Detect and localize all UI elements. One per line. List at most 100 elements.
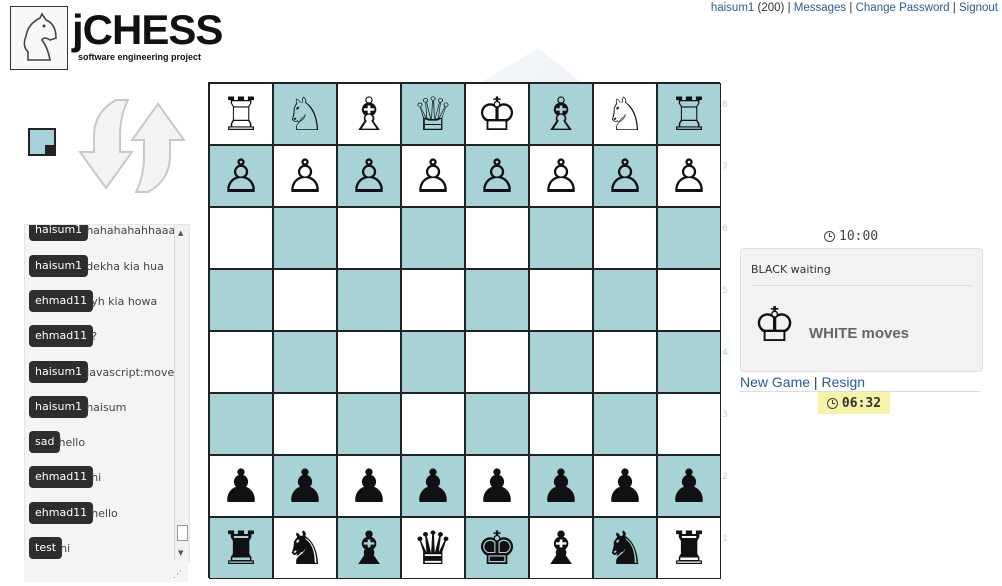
chat-input-area[interactable]: ⋰ — [24, 560, 188, 582]
board-square[interactable]: ♗ — [529, 83, 593, 145]
new-game-link[interactable]: New Game — [740, 374, 810, 390]
chat-message: ehmad11 yh kia howa — [29, 290, 157, 312]
board-square[interactable] — [657, 207, 721, 269]
board-square[interactable]: ♟ — [273, 455, 337, 517]
board-square[interactable] — [337, 207, 401, 269]
board-square[interactable] — [273, 207, 337, 269]
board-square[interactable]: ♟ — [209, 455, 273, 517]
board-square[interactable] — [465, 207, 529, 269]
board-square[interactable]: ♗ — [337, 83, 401, 145]
board-square[interactable] — [209, 207, 273, 269]
board-square[interactable]: ♞ — [593, 517, 657, 579]
board-square[interactable]: ♚ — [465, 517, 529, 579]
messages-link[interactable]: Messages — [794, 2, 846, 14]
chat-username-badge[interactable]: haisum1 — [29, 396, 89, 418]
board-square[interactable] — [593, 207, 657, 269]
board-square[interactable]: ♕ — [401, 83, 465, 145]
board-square[interactable]: ♟ — [529, 455, 593, 517]
chat-message-text: yh kia howa — [91, 294, 158, 308]
board-color-button[interactable] — [28, 128, 56, 156]
resize-grip-icon[interactable]: ⋰ — [173, 570, 182, 580]
board-square[interactable]: ♙ — [337, 145, 401, 207]
board-square[interactable]: ♘ — [273, 83, 337, 145]
board-square[interactable] — [337, 331, 401, 393]
black-clock-time: 10:00 — [839, 229, 879, 244]
board-square[interactable] — [529, 269, 593, 331]
signout-link[interactable]: Signout — [959, 2, 998, 14]
board-square[interactable] — [593, 331, 657, 393]
board-square[interactable] — [337, 269, 401, 331]
board-square[interactable]: ♞ — [273, 517, 337, 579]
board-square[interactable]: ♙ — [209, 145, 273, 207]
chat-message: haisum1 javascript:move($ — [29, 361, 186, 383]
chat-username-badge[interactable]: sad — [29, 431, 61, 453]
chat-panel[interactable]: haisum1 hahahahahhaaa haisum1 dekha kia hua… — [24, 224, 190, 562]
resign-link[interactable]: Resign — [821, 374, 865, 390]
board-square[interactable]: ♙ — [401, 145, 465, 207]
board-square[interactable]: ♝ — [337, 517, 401, 579]
board-square[interactable] — [209, 393, 273, 455]
chat-message-text: hi — [91, 470, 102, 484]
board-square[interactable] — [401, 269, 465, 331]
username-link[interactable]: haisum1 — [711, 2, 754, 14]
board-square[interactable] — [465, 331, 529, 393]
board-square[interactable]: ♙ — [593, 145, 657, 207]
board-square[interactable]: ♜ — [657, 517, 721, 579]
board-square[interactable] — [657, 269, 721, 331]
chat-username-badge[interactable]: ehmad11 — [29, 290, 94, 312]
board-square[interactable]: ♜ — [209, 517, 273, 579]
board-square[interactable]: ♟ — [337, 455, 401, 517]
board-square[interactable] — [593, 269, 657, 331]
board-square[interactable] — [401, 331, 465, 393]
board-square[interactable] — [337, 393, 401, 455]
board-square[interactable]: ♙ — [273, 145, 337, 207]
board-square[interactable]: ♔ — [465, 83, 529, 145]
board-square[interactable] — [209, 269, 273, 331]
chat-username-badge[interactable]: haisum1 — [29, 225, 89, 241]
board-square[interactable] — [273, 331, 337, 393]
board-square[interactable] — [529, 207, 593, 269]
board-square[interactable]: ♙ — [657, 145, 721, 207]
actions-separator: | — [813, 374, 818, 390]
board-square[interactable] — [657, 331, 721, 393]
board-square[interactable] — [529, 331, 593, 393]
chat-username-badge[interactable]: ehmad11 — [29, 325, 94, 347]
chat-username-badge[interactable]: haisum1 — [29, 255, 89, 277]
board-square[interactable]: ♟ — [593, 455, 657, 517]
board-square[interactable] — [401, 207, 465, 269]
nav-separator: | — [787, 2, 791, 14]
board-square[interactable]: ♙ — [465, 145, 529, 207]
board-square[interactable] — [273, 393, 337, 455]
chat-username-badge[interactable]: ehmad11 — [29, 466, 94, 488]
knight-sketch-icon — [23, 12, 57, 61]
board-square[interactable]: ♖ — [657, 83, 721, 145]
change-password-link[interactable]: Change Password — [856, 2, 950, 14]
board-square[interactable] — [401, 393, 465, 455]
board-square[interactable]: ♛ — [401, 517, 465, 579]
board-square[interactable] — [593, 393, 657, 455]
board-square[interactable] — [465, 393, 529, 455]
board-square[interactable]: ♙ — [529, 145, 593, 207]
board-square[interactable] — [465, 269, 529, 331]
board-square[interactable] — [657, 393, 721, 455]
scroll-down-icon[interactable]: ▼ — [178, 549, 183, 557]
board-square[interactable]: ♘ — [593, 83, 657, 145]
board-square[interactable]: ♖ — [209, 83, 273, 145]
board-square[interactable]: ♟ — [465, 455, 529, 517]
board-square[interactable]: ♝ — [529, 517, 593, 579]
chat-username-badge[interactable]: ehmad11 — [29, 502, 94, 524]
flip-board-button[interactable] — [76, 96, 188, 196]
scroll-up-icon[interactable]: ▲ — [178, 229, 183, 237]
rank-label: 7 — [722, 162, 728, 172]
chat-username-badge[interactable]: haisum1 — [29, 361, 89, 383]
board-square[interactable]: ♟ — [657, 455, 721, 517]
chat-username-badge[interactable]: test — [29, 537, 63, 559]
board-square[interactable]: ♟ — [401, 455, 465, 517]
board-square[interactable] — [273, 269, 337, 331]
scroll-thumb[interactable] — [177, 525, 188, 541]
chess-board[interactable]: ♖ ♘ ♗ ♕ ♔ ♗ ♘ ♖ ♙ ♙ ♙ ♙ ♙ ♙ ♙ ♙ ♟ ♟ ♟ ♟ ♟ ♟ ♟ ♟ ♜ ♞ ♝ ♛ ♚ ♝ ♞ ♜ — [208, 82, 721, 579]
chat-scrollbar[interactable]: ▲ ▼ — [174, 225, 189, 561]
board-square[interactable] — [529, 393, 593, 455]
board-square[interactable] — [209, 331, 273, 393]
white-clock: 06:32 — [818, 392, 890, 414]
